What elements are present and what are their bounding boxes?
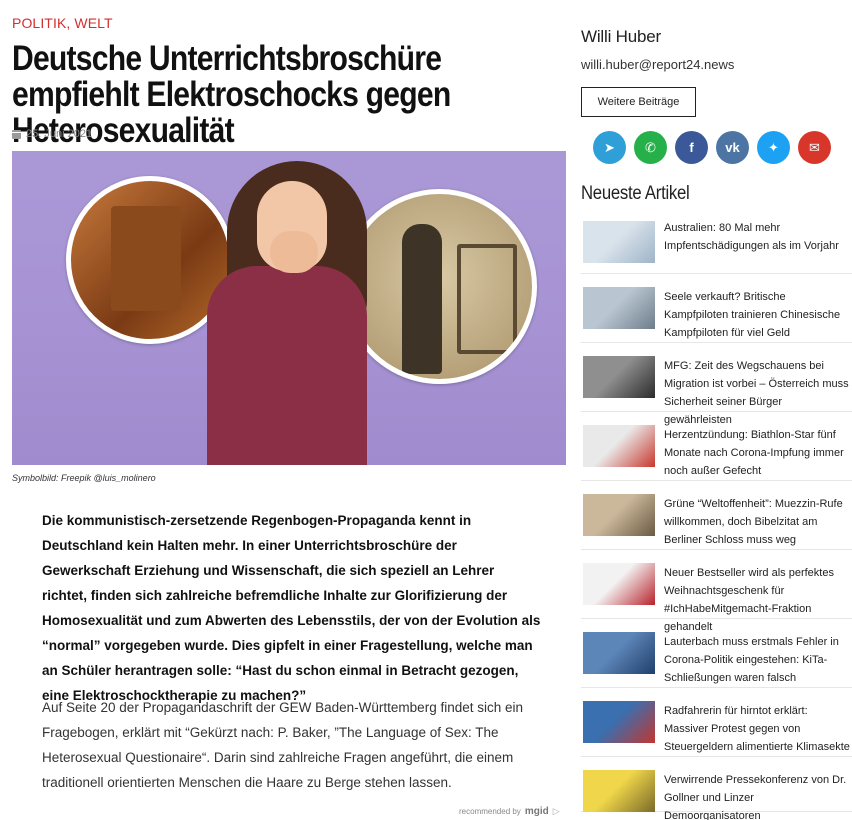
latest-article-title[interactable]: Seele verkauft? Britische Kampfpiloten t… xyxy=(664,288,852,342)
latest-article-title[interactable]: Australien: 80 Mal mehr Impfentschädigun… xyxy=(664,219,852,255)
latest-article-item[interactable]: Herzentzündung: Biathlon-Star fünf Monat… xyxy=(581,417,852,481)
author-name: Willi Huber xyxy=(581,27,661,46)
latest-article-item[interactable]: Neuer Bestseller wird als perfektes Weih… xyxy=(581,555,852,633)
facebook-icon: f xyxy=(689,140,694,155)
twitter-icon: ✦ xyxy=(768,139,779,155)
chair-frame-shape xyxy=(457,244,517,354)
article-paragraph: Auf Seite 20 der Propagandaschrift der G… xyxy=(42,700,523,790)
latest-article-item[interactable]: Verwirrende Pressekonferenz von Dr. Goll… xyxy=(581,762,852,820)
author-email[interactable]: willi.huber@report24.news xyxy=(581,57,734,72)
telegram-share-button[interactable]: ➤ xyxy=(593,131,626,164)
wooden-chair-shape xyxy=(111,206,181,311)
latest-articles-heading: Neueste Artikel xyxy=(581,183,690,204)
article-thumbnail[interactable] xyxy=(583,221,655,263)
telegram-icon: ➤ xyxy=(604,139,615,155)
article-lead: Die kommunistisch-zersetzende Regenbogen… xyxy=(42,513,541,703)
latest-article-item[interactable]: Radfahrerin für hirntot erklärt: Massive… xyxy=(581,693,852,757)
latest-article-item[interactable]: Lauterbach muss erstmals Fehler in Coron… xyxy=(581,624,852,688)
article-thumbnail[interactable] xyxy=(583,563,655,605)
email-share-button[interactable]: ✉ xyxy=(798,131,831,164)
mgid-logo: mgid xyxy=(524,806,549,817)
article-thumbnail[interactable] xyxy=(583,701,655,743)
article-title: Deutsche Unterrichtsbroschüre empfiehlt … xyxy=(12,39,451,150)
twitter-share-button[interactable]: ✦ xyxy=(757,131,790,164)
category-links: POLITIK, WELT xyxy=(12,15,113,31)
article-thumbnail[interactable] xyxy=(583,425,655,467)
latest-article-title[interactable]: Radfahrerin für hirntot erklärt: Massive… xyxy=(664,702,852,756)
article-thumbnail[interactable] xyxy=(583,632,655,674)
recommended-widget[interactable]: recommended by mgid ▷ xyxy=(459,806,560,817)
article-thumbnail[interactable] xyxy=(583,287,655,329)
article-hero-image xyxy=(12,151,566,465)
latest-article-item[interactable]: Australien: 80 Mal mehr Impfentschädigun… xyxy=(581,210,852,274)
share-buttons: ➤ ✆ f vk ✦ ✉ xyxy=(593,131,831,164)
facebook-share-button[interactable]: f xyxy=(675,131,708,164)
latest-article-title[interactable]: Grüne “Weltoffenheit”: Muezzin-Rufe will… xyxy=(664,495,852,549)
latest-article-item[interactable]: Seele verkauft? Britische Kampfpiloten t… xyxy=(581,279,852,343)
more-posts-button[interactable]: Weitere Beiträge xyxy=(581,87,696,117)
latest-article-title[interactable]: Verwirrende Pressekonferenz von Dr. Goll… xyxy=(664,771,852,820)
latest-article-title[interactable]: Lauterbach muss erstmals Fehler in Coron… xyxy=(664,633,852,687)
vk-icon: vk xyxy=(725,140,740,155)
girl-sweater-shape xyxy=(207,266,367,465)
girl-hands-shape xyxy=(270,231,318,273)
article-thumbnail[interactable] xyxy=(583,494,655,536)
vk-share-button[interactable]: vk xyxy=(716,131,749,164)
ad-choice-icon[interactable]: ▷ xyxy=(553,806,560,817)
historic-photo xyxy=(342,189,537,384)
category-politik-link[interactable]: POLITIK xyxy=(12,15,66,31)
article-thumbnail[interactable] xyxy=(583,770,655,812)
whatsapp-share-button[interactable]: ✆ xyxy=(634,131,667,164)
latest-article-item[interactable]: Grüne “Weltoffenheit”: Muezzin-Rufe will… xyxy=(581,486,852,550)
standing-man-shape xyxy=(402,224,442,374)
latest-article-title[interactable]: Herzentzündung: Biathlon-Star fünf Monat… xyxy=(664,426,852,480)
article-thumbnail[interactable] xyxy=(583,356,655,398)
latest-article-item[interactable]: MFG: Zeit des Wegschauens bei Migration … xyxy=(581,348,852,426)
image-caption: Symbolbild: Freepik @luis_molinero xyxy=(12,473,156,483)
email-icon: ✉ xyxy=(809,139,820,155)
article-date: 25. Juni 2021 xyxy=(12,128,92,140)
calendar-icon xyxy=(12,129,21,139)
whatsapp-icon: ✆ xyxy=(645,139,656,155)
category-welt-link[interactable]: WELT xyxy=(74,15,112,31)
article-date-text: 25. Juni 2021 xyxy=(26,128,93,140)
recommended-prefix: recommended by xyxy=(459,807,521,816)
